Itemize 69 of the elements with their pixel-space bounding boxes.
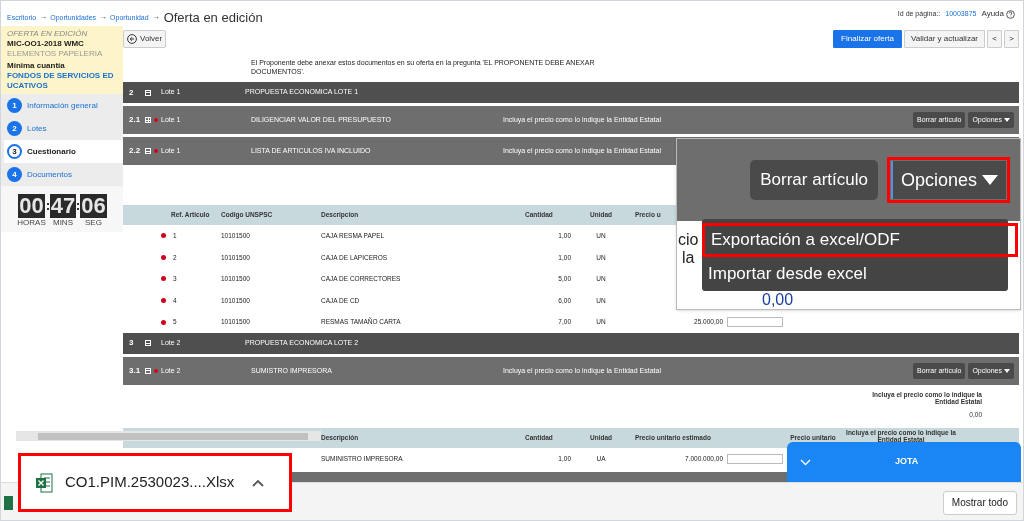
section-number: 3.1 — [128, 364, 142, 377]
step-label: Información general — [27, 99, 98, 112]
section-number: 3 — [128, 337, 135, 350]
timer-unit: HORAS — [17, 218, 46, 228]
chevron-down-icon[interactable] — [800, 458, 811, 466]
collapse-icon[interactable] — [145, 367, 151, 374]
horizontal-scrollbar[interactable] — [16, 431, 321, 441]
options-button[interactable]: Opciones — [890, 161, 1006, 199]
offer-code: MIC-OO1-2018 WMC — [7, 39, 85, 49]
step-item[interactable]: 4 Documentos — [4, 163, 123, 186]
file-name: CO1.PIM.2530023....Xlsx — [65, 472, 235, 493]
spreadsheet-icon — [36, 472, 53, 493]
toolbar-button[interactable]: Finalizar oferta — [833, 30, 902, 48]
text-fragment: la — [682, 249, 695, 267]
help-link[interactable]: Ayuda — [981, 8, 1015, 20]
delete-item-button[interactable]: Borrar artículo — [750, 160, 878, 200]
breadcrumb-separator: → — [99, 11, 108, 23]
toolbar-button[interactable]: Validar y actualizar — [904, 30, 985, 48]
page-title: Oferta en edición — [163, 11, 263, 24]
section-number: 2.2 — [128, 145, 142, 157]
section-number: 2.1 — [128, 114, 142, 126]
chevron-up-icon[interactable] — [252, 478, 265, 487]
step-label: Lotes — [27, 122, 47, 135]
total-value: 0,00 — [762, 292, 794, 308]
text-fragment: cio — [678, 231, 699, 249]
collapse-icon[interactable] — [145, 148, 151, 154]
section-number: 2 — [128, 86, 135, 99]
timer-unit: MINS — [52, 218, 73, 228]
expand-icon[interactable] — [145, 117, 151, 123]
breadcrumb-separator: → — [39, 11, 48, 23]
caret-icon — [1004, 368, 1010, 373]
price-input-field[interactable] — [727, 453, 783, 464]
timer-digits: 06 — [80, 194, 107, 218]
caret-icon — [982, 175, 998, 185]
show-all-button[interactable]: Mostrar todo — [942, 490, 1017, 515]
chat-widget[interactable]: JOTA — [787, 442, 1021, 482]
nav-button[interactable]: < — [987, 30, 1002, 48]
step-number: 2 — [7, 121, 22, 136]
price-input-field[interactable] — [727, 317, 783, 328]
collapse-icon[interactable] — [145, 340, 151, 347]
step-number: 1 — [7, 98, 22, 113]
timer-colon-icon — [46, 203, 49, 210]
nav-button[interactable]: > — [1004, 30, 1019, 48]
offer-type: Mínima cuantía — [7, 61, 66, 71]
caret-icon — [1004, 118, 1010, 122]
step-item[interactable]: 2 Lotes — [4, 117, 123, 140]
help-icon — [1006, 9, 1015, 19]
menu-item[interactable]: Exportación a excel/ODF — [702, 223, 1018, 257]
collapse-icon[interactable] — [145, 89, 151, 96]
step-item[interactable]: 1 Información general — [4, 94, 123, 117]
breadcrumb-separator: → — [151, 11, 160, 23]
chat-title: JOTA — [895, 455, 919, 469]
step-item[interactable]: 3 Cuestionario — [4, 140, 123, 163]
timer-digits: 00 — [18, 194, 45, 218]
step-label: Cuestionario — [27, 145, 76, 158]
timer-unit: SEG — [85, 218, 102, 228]
back-arrow-icon — [127, 34, 137, 44]
offer-name: ELEMENTOS PAPELERIA — [7, 49, 104, 59]
offer-status: OFERTA EN EDICIÓN — [7, 29, 89, 39]
back-button[interactable]: Volver — [123, 30, 167, 48]
spreadsheet-icon — [4, 495, 13, 510]
timer-digits: 47 — [49, 194, 77, 218]
download-item[interactable]: CO1.PIM.2530023....Xlsx — [18, 453, 292, 512]
offer-entity: FONDOS DE SERVICIOS EDUCATIVOS — [7, 71, 115, 91]
timer-colon-icon — [77, 203, 80, 210]
step-number: 3 — [7, 144, 22, 159]
step-label: Documentos — [27, 168, 72, 181]
step-number: 4 — [7, 167, 22, 182]
menu-item[interactable]: Importar desde excel — [702, 257, 1008, 291]
